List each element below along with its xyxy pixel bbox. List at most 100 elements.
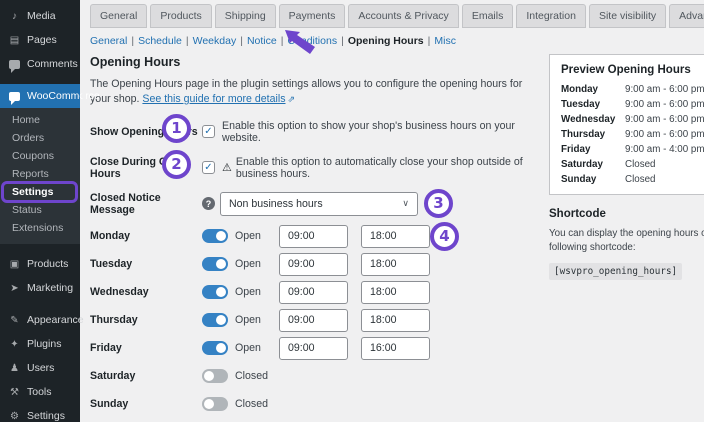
subnav-opening-hours[interactable]: Opening Hours [348,35,424,47]
thursday-end-time[interactable] [361,308,430,332]
tab-emails[interactable]: Emails [461,4,514,28]
opening-hours-form: Opening Hours The Opening Hours page in … [90,51,543,422]
subnav-schedule[interactable]: Schedule [138,35,182,47]
submenu-item-home[interactable]: Home [0,111,80,129]
sidebar-item-appearance[interactable]: ✎ Appearance [0,308,83,332]
friday-toggle[interactable] [202,341,228,356]
thursday-start-time[interactable] [279,308,348,332]
settings-icon: ⚙ [10,410,19,422]
help-icon[interactable]: ? [202,197,215,211]
submenu-item-orders[interactable]: Orders [0,129,80,147]
wednesday-start-time[interactable] [279,280,348,304]
wednesday-end-time[interactable] [361,280,430,304]
tab-general[interactable]: General [90,4,148,28]
appearance-icon: ✎ [10,314,19,326]
saturday-toggle[interactable] [202,369,228,384]
select-value: Non business hours [229,197,323,210]
tools-icon: ⚒ [10,386,19,398]
preview-row: Saturday Closed [561,159,656,170]
subnav-notice[interactable]: Notice [247,35,277,47]
sidebar-item-media[interactable]: ♪ Media [0,4,80,28]
store-vacation-subnav: General | Schedule | Weekday | Notice | Conditio… [90,35,456,47]
subnav-general[interactable]: General [90,35,127,47]
row-friday: Friday Open [90,336,543,360]
toggle-state: Open [235,230,261,243]
tuesday-end-time[interactable] [361,252,430,276]
sidebar-item-products[interactable]: ▣ Products [0,252,80,276]
submenu-item-coupons[interactable]: Coupons [0,147,80,165]
wednesday-toggle[interactable] [202,285,228,300]
row-sunday: Sunday Closed [90,393,543,416]
sidebar-item-comments[interactable]: Comments [0,52,80,76]
submenu-item-status[interactable]: Status [0,201,80,219]
comments-icon [8,59,21,73]
preview-row: Wednesday 9:00 am - 6:00 pm [561,114,704,125]
sidebar-item-users[interactable]: ♟ Users [0,356,80,380]
show-opening-hours-checkbox[interactable]: ✓ [202,125,215,139]
guide-link[interactable]: See this guide for more details [142,93,285,105]
friday-start-time[interactable] [279,336,348,360]
day-label: Friday [90,342,122,355]
sidebar-item-label: Products [27,258,69,270]
admin-sidebar: ♪ Media ▤ Pages Comments WooCommerce Hom… [0,0,100,422]
sunday-toggle[interactable] [202,397,228,412]
chevron-down-icon: ∨ [402,198,409,209]
warning-icon: ⚠ [222,162,232,175]
sidebar-item-label: Users [27,362,55,374]
day-label: Monday [90,230,131,243]
shortcode-title: Shortcode [549,208,606,220]
row-close-off-hours: Close During Off-Hours 2 ✓ ⚠ Enable this… [90,149,543,180]
settings-tabs: General Products Shipping Payments Accou… [90,4,704,28]
shortcode-code: [wsvpro_opening_hours] [549,263,683,281]
toggle-state: Closed [235,370,268,383]
sidebar-item-label: WooCommerce [27,90,100,102]
tab-integration[interactable]: Integration [516,4,586,28]
monday-start-time[interactable] [279,224,348,248]
friday-end-time[interactable] [361,336,430,360]
day-label: Sunday [90,398,129,411]
marketing-icon: ➤ [10,282,19,294]
preview-row: Tuesday 9:00 am - 6:00 pm [561,99,704,110]
subnav-weekday[interactable]: Weekday [193,35,237,47]
sidebar-item-plugins[interactable]: ✦ Plugins [0,332,80,356]
close-off-hours-checkbox[interactable]: ✓ [202,161,215,175]
submenu-item-extensions[interactable]: Extensions [0,219,80,237]
tuesday-start-time[interactable] [279,252,348,276]
sidebar-item-label: Media [27,10,56,22]
sidebar-item-label: Pages [27,34,57,46]
tuesday-toggle[interactable] [202,257,228,272]
subnav-misc[interactable]: Misc [434,35,456,47]
closed-notice-select[interactable]: Non business hours ∨ [220,191,418,216]
woocommerce-icon [8,91,21,105]
annotation-step-4: 4 [430,221,459,251]
tab-shipping[interactable]: Shipping [214,4,276,28]
thursday-toggle[interactable] [202,313,228,328]
preview-opening-hours-box: Preview Opening Hours Monday 9:00 am - 6:… [549,54,704,195]
sidebar-item-pages[interactable]: ▤ Pages [0,28,80,52]
checkbox-description: Enable this option to automatically clos… [235,155,523,180]
submenu-item-reports[interactable]: Reports [0,165,80,183]
toggle-state: Open [235,342,261,355]
tab-site-visibility[interactable]: Site visibility [588,4,667,28]
tab-payments[interactable]: Payments [278,4,346,28]
sidebar-item-label: Appearance [27,314,84,326]
tab-accounts-privacy[interactable]: Accounts & Privacy [348,4,459,28]
annotation-step-2: 2 [162,149,191,179]
external-link-icon[interactable]: ⇗ [288,93,296,106]
intro-text: The Opening Hours page in the plugin set… [90,78,523,106]
day-label: Tuesday [90,258,133,271]
submenu-item-settings[interactable]: Settings [0,181,80,203]
monday-end-time[interactable] [361,224,430,248]
preview-row: Sunday Closed [561,174,656,185]
preview-row: Thursday 9:00 am - 6:00 pm [561,129,704,140]
sidebar-item-marketing[interactable]: ➤ Marketing [0,276,80,300]
tab-products[interactable]: Products [150,4,212,28]
toggle-state: Open [235,258,261,271]
wp-admin-screen: ♪ Media ▤ Pages Comments WooCommerce Hom… [0,0,704,422]
sidebar-item-settings[interactable]: ⚙ Settings [0,404,80,422]
row-monday: Monday Open 4 [90,221,543,251]
sidebar-item-woocommerce[interactable]: WooCommerce [0,84,100,108]
sidebar-item-tools[interactable]: ⚒ Tools [0,380,80,404]
tab-advanced[interactable]: Advanced [669,4,704,28]
monday-toggle[interactable] [202,229,228,244]
